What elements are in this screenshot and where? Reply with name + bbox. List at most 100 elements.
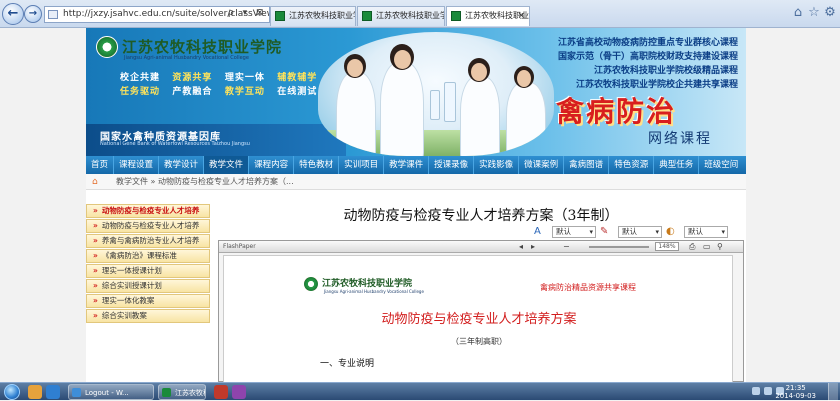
page-section-heading: 一、专业说明 <box>320 359 375 369</box>
school-logo-icon <box>304 277 318 291</box>
sidebar-item-label: 动物防疫与检疫专业人才培养 <box>101 221 200 230</box>
browser-tab-1[interactable]: 江苏农牧科技职业学院 <box>270 6 356 26</box>
breadcrumb-text[interactable]: 教学文件 » 动物防疫与检疫专业人才培养方案（... <box>116 174 294 190</box>
menu-item-resources[interactable]: 特色资源 <box>609 156 655 174</box>
pen-icon[interactable]: ✎ <box>600 226 608 238</box>
taskbar-app-label: 江苏农牧科... <box>175 389 205 397</box>
menu-item-course-content[interactable]: 课程内容 <box>249 156 295 174</box>
favorites-star-icon[interactable]: ☆ <box>806 5 822 21</box>
background-select[interactable]: 默认 ▾ <box>684 226 728 238</box>
menu-item-course-setup[interactable]: 课程设置 <box>114 156 160 174</box>
course-title: 禽病防治 <box>556 95 677 128</box>
page-favicon-icon <box>48 10 58 19</box>
sidebar-item[interactable]: » 《禽病防治》课程标准 <box>86 249 210 263</box>
sidebar-item[interactable]: » 养禽与禽病防治专业人才培养 <box>86 234 210 248</box>
sidebar-item[interactable]: » 动物防疫与检疫专业人才培养 <box>86 204 210 218</box>
show-desktop-button[interactable] <box>828 383 838 401</box>
fit-page-icon[interactable]: ▭ <box>703 241 711 253</box>
sidebar-item-label: 理实一体化教案 <box>101 296 155 305</box>
school-name: 江苏农牧科技职业学院 <box>122 38 283 56</box>
menu-item-micro-cases[interactable]: 微课案例 <box>519 156 565 174</box>
menu-item-home[interactable]: 首页 <box>86 156 115 174</box>
explorer-icon[interactable] <box>28 385 42 399</box>
sidebar-item[interactable]: » 综合实训授课计划 <box>86 279 210 293</box>
home-icon[interactable]: ⌂ <box>92 177 98 187</box>
next-page-icon[interactable]: ▸ <box>531 241 535 253</box>
course-honors: 江苏省高校动物疫病防控重点专业群核心课程 国家示范（骨干）高职院校财政支持建设课… <box>558 36 738 92</box>
web-page: 江苏农牧科技职业学院 Jiangsu Agri-animal Husbandry… <box>86 28 746 382</box>
browser-tab-2[interactable]: 江苏农牧科技职业学院 <box>357 6 445 26</box>
arrow-icon: » <box>93 251 98 260</box>
forward-button[interactable]: → <box>24 5 42 23</box>
search-icon[interactable]: ⚲ <box>717 241 723 253</box>
document-toolbar: A 默认 ▾ ✎ 默认 ▾ ◐ 默认 ▾ <box>214 226 746 240</box>
menu-item-class-space[interactable]: 班级空间 <box>699 156 743 174</box>
motto-text: 教学互动 <box>224 87 265 97</box>
document-title: 动物防疫与检疫专业人才培养方案（3年制） <box>343 208 619 224</box>
select-value: 默认 <box>622 227 637 236</box>
motto-text: 校企共建 <box>120 73 161 83</box>
school-name-en: Jiangsu Agri-animal Husbandry Vocational… <box>124 55 249 61</box>
course-banner: 江苏农牧科技职业学院 Jiangsu Agri-animal Husbandry… <box>86 28 746 156</box>
close-tab-icon[interactable]: × <box>517 7 525 25</box>
sidebar-item[interactable]: » 动物防疫与检疫专业人才培养 <box>86 219 210 233</box>
arrow-icon: » <box>93 266 98 275</box>
sidebar-item-label: 养禽与禽病防治专业人才培养 <box>101 236 200 245</box>
zoom-slider[interactable] <box>589 246 649 248</box>
ie-icon[interactable] <box>46 385 60 399</box>
window-icon <box>72 388 81 397</box>
main-menu: 首页 课程设置 教学设计 教学文件 课程内容 特色教材 实训项目 教学课件 授课… <box>86 156 746 174</box>
photo-person <box>460 76 500 156</box>
select-value: 默认 <box>688 227 703 236</box>
menu-item-training[interactable]: 实训项目 <box>339 156 385 174</box>
arrow-icon: » <box>93 236 98 245</box>
taskbar-app-logout[interactable]: Logout - W... <box>68 384 154 400</box>
sidebar-item-label: 综合实训授课计划 <box>101 281 162 290</box>
menu-item-textbooks[interactable]: 特色教材 <box>294 156 340 174</box>
zoom-level[interactable]: 148% <box>655 242 679 251</box>
browser-toolbar: ← → http://jxzy.jsahvc.edu.cn/suite/solv… <box>0 0 840 28</box>
photo-person <box>336 72 376 156</box>
menu-item-practice-media[interactable]: 实践影像 <box>474 156 520 174</box>
volume-icon[interactable] <box>764 387 772 395</box>
banner-lab-photo <box>318 32 554 156</box>
viewer-toolbar: FlashPaper ◂ ▸ − 148% ⎙ ▭ ⚲ <box>219 241 743 253</box>
chevron-down-icon: ▾ <box>589 228 593 236</box>
sidebar-item[interactable]: » 理实一体授课计划 <box>86 264 210 278</box>
browser-tab-3[interactable]: 江苏农牧科技职业... × <box>446 6 530 26</box>
menu-item-videos[interactable]: 授课录像 <box>429 156 475 174</box>
font-size-icon[interactable]: A <box>534 226 541 238</box>
tray-icon[interactable] <box>752 387 760 395</box>
color-select[interactable]: 默认 ▾ <box>618 226 662 238</box>
back-button[interactable]: ← <box>2 3 24 25</box>
photo-face <box>394 50 411 69</box>
taskbar-app-browser[interactable]: 江苏农牧科... <box>158 384 206 400</box>
sidebar-item[interactable]: » 理实一体化教案 <box>86 294 210 308</box>
font-size-select[interactable]: 默认 ▾ <box>552 226 596 238</box>
page-title: 动物防疫与检疫专业人才培养方案 <box>381 312 577 327</box>
arrow-icon: » <box>93 206 98 215</box>
arrow-icon: » <box>93 221 98 230</box>
system-clock[interactable]: 21:35 2014-09-03 <box>775 384 816 400</box>
site-favicon-icon <box>451 11 461 21</box>
menu-item-tasks[interactable]: 典型任务 <box>654 156 700 174</box>
menu-item-atlas[interactable]: 禽病图谱 <box>564 156 610 174</box>
window-icon <box>162 388 171 397</box>
menu-item-teaching-design[interactable]: 教学设计 <box>159 156 205 174</box>
sidebar-item-label: 理实一体授课计划 <box>101 266 162 275</box>
chevron-down-icon: ▾ <box>655 228 659 236</box>
settings-gear-icon[interactable]: ⚙ <box>822 5 838 21</box>
print-icon[interactable]: ⎙ <box>689 241 695 253</box>
document-page: 江苏农牧科技职业学院 Jiangsu Agri-animal Husbandry… <box>223 255 733 382</box>
app-icon[interactable] <box>232 385 246 399</box>
menu-item-courseware[interactable]: 教学课件 <box>384 156 430 174</box>
start-button[interactable] <box>4 384 20 400</box>
home-icon[interactable]: ⌂ <box>790 5 806 21</box>
flashpaper-viewer[interactable]: FlashPaper ◂ ▸ − 148% ⎙ ▭ ⚲ 江苏农牧科技职业学院 J… <box>218 240 744 382</box>
sidebar-item[interactable]: » 综合实训教案 <box>86 309 210 323</box>
app-icon[interactable] <box>214 385 228 399</box>
zoom-out-icon[interactable]: − <box>563 241 570 253</box>
menu-item-teaching-docs[interactable]: 教学文件 <box>204 156 250 174</box>
palette-icon[interactable]: ◐ <box>666 226 675 238</box>
prev-page-icon[interactable]: ◂ <box>519 241 523 253</box>
